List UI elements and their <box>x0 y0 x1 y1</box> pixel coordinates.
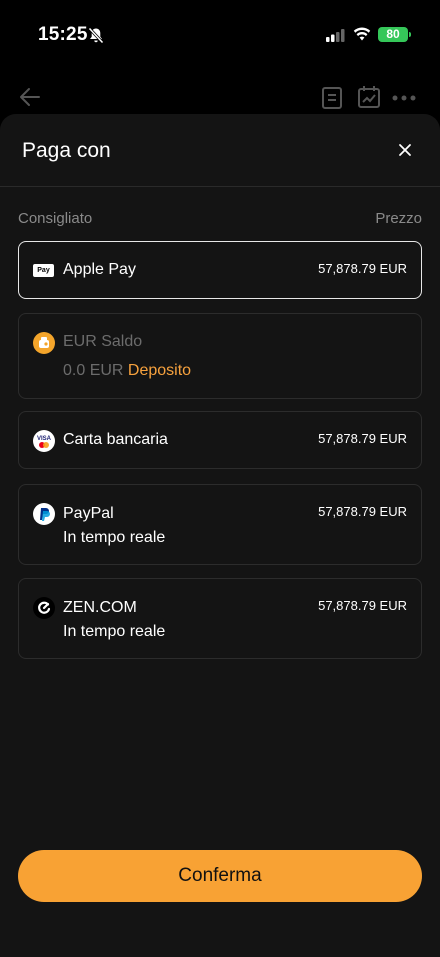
payment-method-apple-pay[interactable]: Pay Apple Pay 57,878.79 EUR <box>18 241 422 299</box>
payment-sheet: Paga con Consigliato Prezzo Pay Apple Pa… <box>0 114 440 957</box>
method-price: 57,878.79 EUR <box>318 598 407 613</box>
calendar-chart-icon[interactable] <box>357 85 381 109</box>
close-icon[interactable] <box>398 143 412 157</box>
apple-pay-icon: Pay <box>33 264 54 277</box>
method-price: 57,878.79 EUR <box>318 431 407 446</box>
method-name: EUR Saldo <box>63 333 143 350</box>
payment-method-paypal[interactable]: PayPal 57,878.79 EUR In tempo reale <box>18 484 422 565</box>
status-bar: 15:25 80 <box>0 0 440 60</box>
card-icon: VISA <box>33 430 55 452</box>
payment-method-bank-card[interactable]: VISA Carta bancaria 57,878.79 EUR <box>18 411 422 469</box>
paypal-glyph <box>40 508 50 521</box>
apple-pay-icon-text: Pay <box>37 267 50 274</box>
balance-value: 0.0 EUR <box>63 362 124 379</box>
price-label: Prezzo <box>375 210 422 227</box>
deposit-link[interactable]: Deposito <box>128 362 191 379</box>
method-name: Apple Pay <box>63 261 136 278</box>
bell-muted-icon <box>88 27 104 44</box>
payment-method-eur-balance: EUR Saldo 0.0 EUR Deposito <box>18 313 422 399</box>
battery-indicator: 80 <box>378 27 411 42</box>
payment-method-zen[interactable]: ZEN.COM 57,878.79 EUR In tempo reale <box>18 578 422 659</box>
app-header <box>0 78 440 118</box>
wifi-icon <box>353 27 371 41</box>
confirm-button[interactable]: Conferma <box>18 850 422 902</box>
visa-text: VISA <box>37 436 52 442</box>
wallet-coin-icon <box>33 332 55 354</box>
status-time: 15:25 <box>38 24 88 45</box>
zen-icon <box>33 597 55 619</box>
method-subtitle: In tempo reale <box>63 623 166 640</box>
recommended-label: Consigliato <box>18 210 93 227</box>
battery-level: 80 <box>386 27 400 41</box>
method-price: 57,878.79 EUR <box>318 261 407 276</box>
sheet-title: Paga con <box>22 139 111 162</box>
method-name: Carta bancaria <box>63 431 168 448</box>
wallet-glyph <box>39 337 49 348</box>
document-icon[interactable] <box>321 86 343 110</box>
method-subtitle: In tempo reale <box>63 529 166 546</box>
more-icon[interactable] <box>392 95 416 101</box>
balance-row: 0.0 EUR Deposito <box>63 362 191 380</box>
divider <box>0 186 440 187</box>
signal-icon <box>326 29 345 42</box>
method-price: 57,878.79 EUR <box>318 504 407 519</box>
back-arrow-icon[interactable] <box>18 86 42 108</box>
visa-glyph: VISA <box>37 436 52 448</box>
method-name: PayPal <box>63 505 114 522</box>
zen-glyph <box>38 601 51 614</box>
paypal-icon <box>33 503 55 525</box>
method-name: ZEN.COM <box>63 599 137 616</box>
